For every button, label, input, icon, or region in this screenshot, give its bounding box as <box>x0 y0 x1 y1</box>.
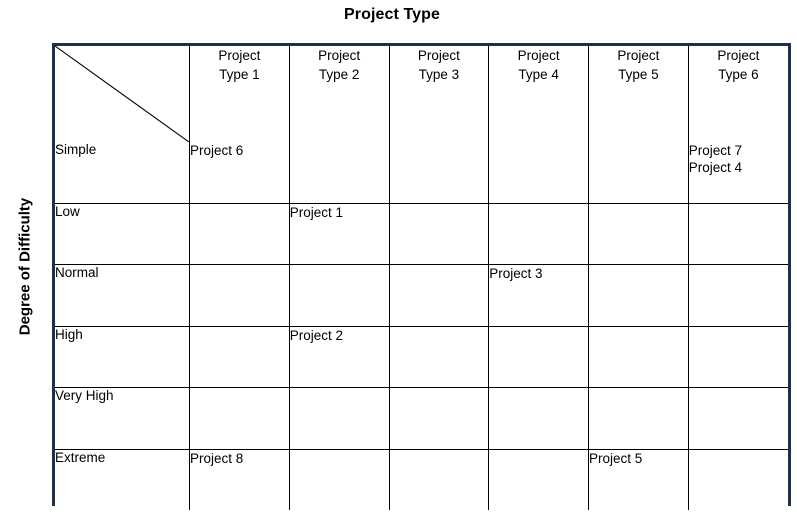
matrix-cell-r3-c2[interactable] <box>288 264 390 327</box>
matrix-row: Extreme Project 8 Project 5 <box>55 448 788 510</box>
cell-entry: Project 5 <box>589 450 643 466</box>
matrix-cell-r5-c2[interactable] <box>288 387 390 450</box>
column-header-1-line1: Project <box>218 48 261 63</box>
row-axis-title: Degree of Difficulty <box>16 197 34 336</box>
matrix-cell-r4-c3[interactable] <box>388 325 490 388</box>
matrix-cell-r1-c1[interactable]: Project 6 <box>189 142 290 204</box>
column-header-2: Project Type 2 <box>288 46 390 142</box>
row-header-3: Normal <box>55 264 190 327</box>
matrix-cell-r5-c6[interactable] <box>687 387 788 450</box>
matrix-cell-r5-c4[interactable] <box>488 387 589 450</box>
matrix-cell-r2-c1[interactable] <box>189 202 290 265</box>
column-header-4-line1: Project <box>517 48 560 63</box>
matrix-cell-r6-c5[interactable]: Project 5 <box>588 448 689 510</box>
column-header-3-line1: Project <box>417 48 460 63</box>
matrix-cell-r6-c4[interactable] <box>488 448 589 510</box>
matrix-cell-r2-c3[interactable] <box>388 202 490 265</box>
row-header-4: High <box>55 325 190 388</box>
cell-entry: Project 7 <box>688 143 743 158</box>
matrix-cell-r6-c1[interactable]: Project 8 <box>189 448 290 510</box>
matrix-cell-r4-c5[interactable] <box>588 325 689 388</box>
matrix-cell-r6-c6[interactable] <box>687 448 788 510</box>
matrix-cell-r5-c1[interactable] <box>189 387 290 450</box>
row-header-2: Low <box>55 202 190 265</box>
matrix-cell-r5-c5[interactable] <box>588 387 689 450</box>
column-header-2-line1: Project <box>318 48 361 63</box>
cell-entry: Project 1 <box>289 204 344 220</box>
column-header-6-line1: Project <box>717 48 760 63</box>
column-header-4: Project Type 4 <box>488 46 589 142</box>
column-header-5: Project Type 5 <box>588 46 689 142</box>
header-row: Project Type 1 Project Type 2 Project Ty… <box>55 46 788 142</box>
matrix-cell-r2-c4[interactable] <box>488 202 589 265</box>
column-header-4-line2: Type 4 <box>518 67 559 82</box>
column-header-5-line1: Project <box>617 48 660 63</box>
cell-entry: Project 8 <box>190 450 244 466</box>
column-header-3: Project Type 3 <box>388 46 490 142</box>
column-header-3-line2: Type 3 <box>418 67 460 82</box>
column-header-6: Project Type 6 <box>687 46 788 142</box>
row-header-5: Very High <box>55 387 190 450</box>
row-header-6: Extreme <box>55 448 190 510</box>
row-header-1: Simple <box>55 142 190 204</box>
matrix-cell-r3-c3[interactable] <box>388 264 490 327</box>
matrix-row: High Project 2 <box>55 325 788 388</box>
matrix-cell-r1-c5[interactable] <box>588 142 689 204</box>
column-header-1-line2: Type 1 <box>219 67 260 82</box>
column-header-5-line2: Type 5 <box>618 67 659 82</box>
project-matrix: Project Type 1 Project Type 2 Project Ty… <box>52 43 791 510</box>
column-header-1: Project Type 1 <box>189 46 290 142</box>
cell-entry: Project 4 <box>688 160 743 175</box>
corner-cell <box>55 46 190 142</box>
matrix-row: Low Project 1 <box>55 202 788 265</box>
matrix-cell-r3-c6[interactable] <box>687 264 788 327</box>
matrix-cell-r6-c2[interactable] <box>288 448 390 510</box>
column-header-6-line2: Type 6 <box>718 67 759 82</box>
matrix-body: Simple Project 6 Project 7 Project 4 Low Proj… <box>55 142 788 510</box>
matrix-header: Project Type 1 Project Type 2 Project Ty… <box>55 46 788 142</box>
matrix-cell-r1-c3[interactable] <box>388 142 490 204</box>
matrix-cell-r4-c1[interactable] <box>189 325 290 388</box>
matrix-cell-r6-c3[interactable] <box>388 448 490 510</box>
matrix-table: Project Type 1 Project Type 2 Project Ty… <box>55 46 788 510</box>
matrix-cell-r4-c4[interactable] <box>488 325 589 388</box>
matrix-cell-r3-c5[interactable] <box>588 264 689 327</box>
column-axis-title: Project Type <box>343 6 441 23</box>
matrix-cell-r2-c2[interactable]: Project 1 <box>288 202 390 265</box>
matrix-cell-r2-c5[interactable] <box>588 202 689 265</box>
matrix-cell-r5-c3[interactable] <box>388 387 490 450</box>
diagonal-divider-icon <box>55 46 189 142</box>
matrix-row: Normal Project 3 <box>55 264 788 327</box>
matrix-cell-r3-c4[interactable]: Project 3 <box>488 264 589 327</box>
matrix-cell-r3-c1[interactable] <box>189 264 290 327</box>
cell-entry: Project 3 <box>489 266 543 281</box>
cell-entry: Project 6 <box>190 143 244 158</box>
matrix-row: Simple Project 6 Project 7 Project 4 <box>55 142 788 204</box>
matrix-cell-r2-c6[interactable] <box>687 202 788 265</box>
matrix-cell-r4-c6[interactable] <box>687 325 788 388</box>
matrix-cell-r1-c4[interactable] <box>488 142 589 204</box>
matrix-cell-r4-c2[interactable]: Project 2 <box>288 325 390 388</box>
matrix-row: Very High <box>55 387 788 450</box>
matrix-cell-r1-c2[interactable] <box>288 142 390 204</box>
column-header-2-line2: Type 2 <box>318 67 360 82</box>
cell-entry: Project 2 <box>289 327 344 343</box>
matrix-cell-r1-c6[interactable]: Project 7 Project 4 <box>687 142 788 204</box>
